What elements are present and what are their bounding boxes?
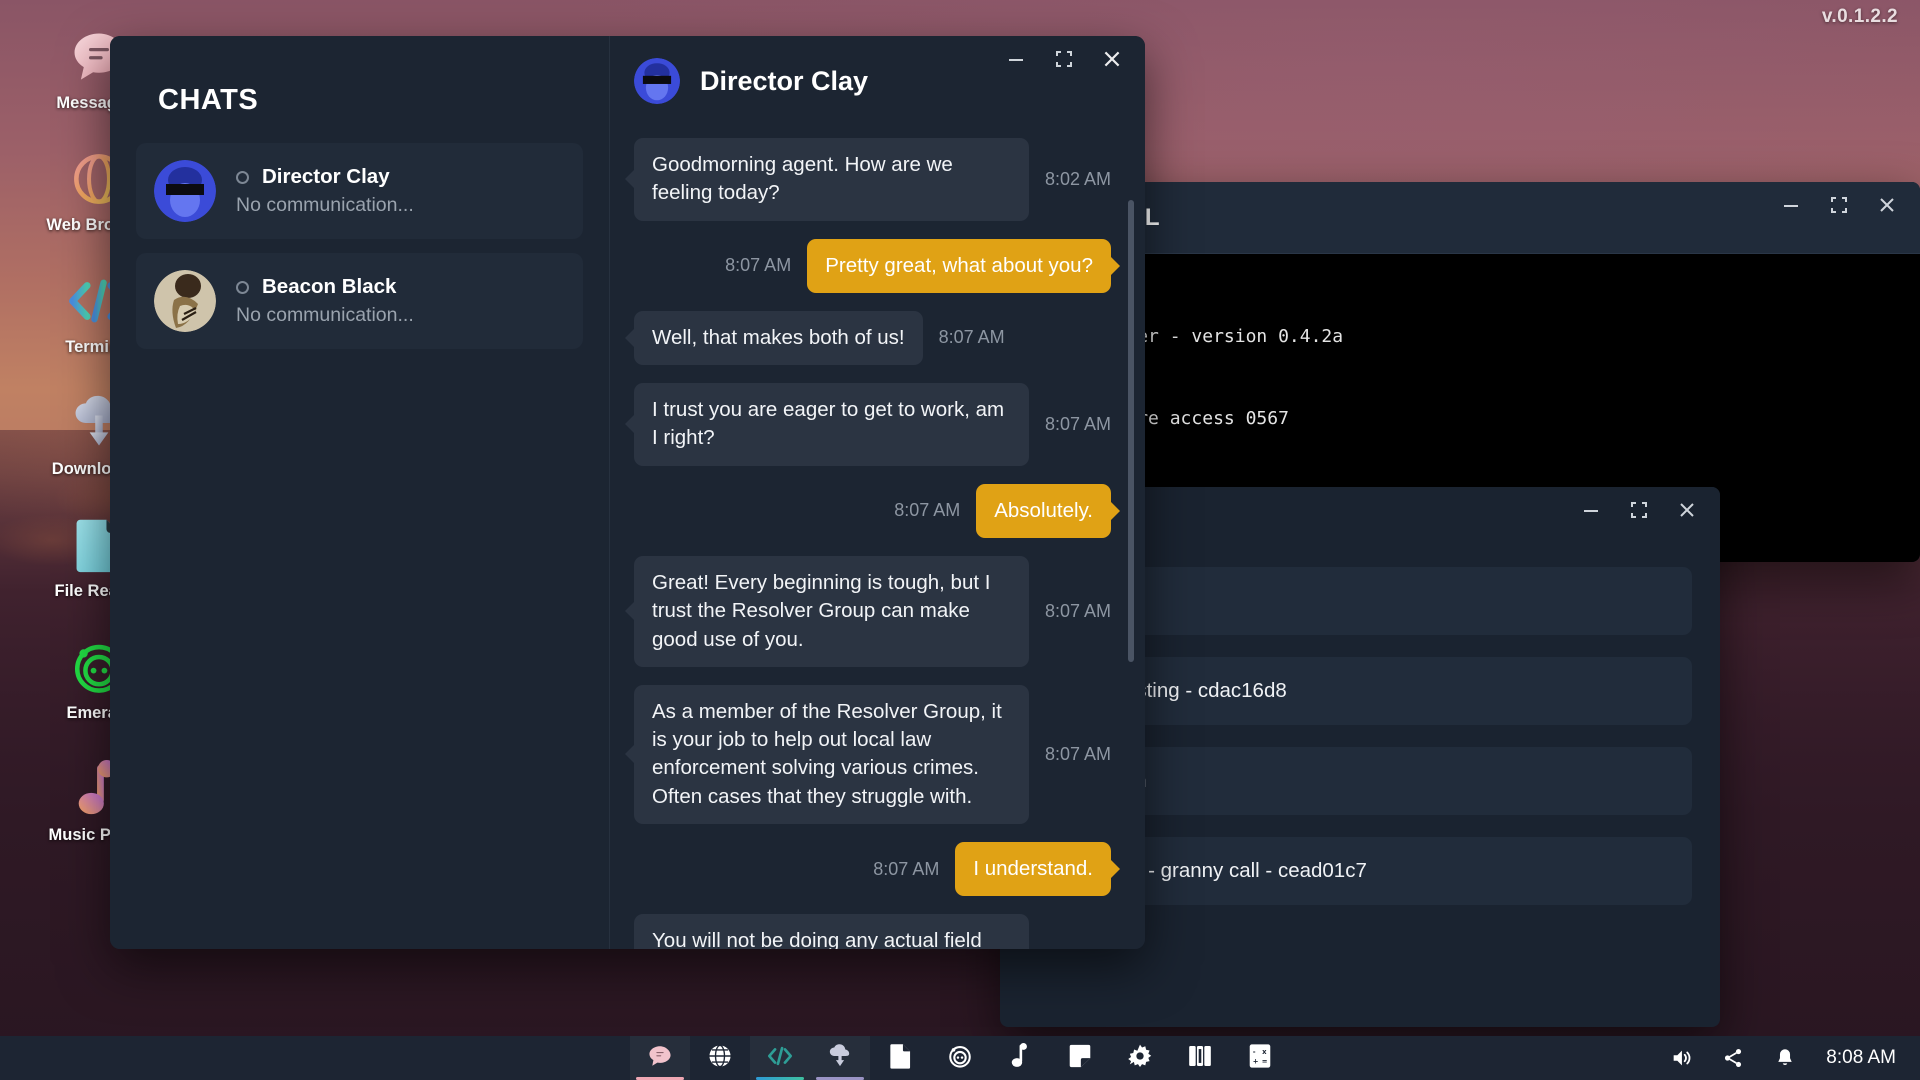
minimize-icon[interactable]	[1580, 499, 1602, 521]
sidebar-item-meta: Director Clay No communication...	[236, 165, 414, 217]
sidebar-item-beacon-black[interactable]: Beacon Black No communication...	[136, 253, 583, 349]
taskbar-item-messaging[interactable]	[630, 1036, 690, 1080]
sidebar-item-label: Director Clay	[262, 165, 390, 189]
chats-header: CHATS	[136, 36, 583, 143]
svg-text:x: x	[1262, 1047, 1267, 1055]
message-bubble: Pretty great, what about you?	[807, 239, 1111, 293]
taskbar-item-music[interactable]	[990, 1036, 1050, 1080]
message-row: Goodmorning agent. How are we feeling to…	[634, 138, 1111, 221]
status-dot-icon	[236, 171, 249, 184]
message-bubble: As a member of the Resolver Group, it is…	[634, 685, 1029, 824]
avatar	[154, 160, 216, 222]
terminal-window-controls	[1780, 182, 1920, 228]
messaging-window[interactable]: CHATS Director Clay No communication...	[110, 36, 1145, 949]
globe-icon	[707, 1043, 733, 1074]
message-timestamp: 8:07 AM	[894, 500, 960, 521]
book-icon	[1187, 1043, 1213, 1074]
taskbar-item-notes[interactable]	[1050, 1036, 1110, 1080]
message-bubble: Well, that makes both of us!	[634, 311, 923, 365]
emerald-pig-icon	[947, 1043, 973, 1074]
message-row: 8:07 AM I understand.	[634, 842, 1111, 896]
close-icon[interactable]	[1101, 48, 1123, 70]
taskbar-item-terminal[interactable]	[750, 1036, 810, 1080]
svg-text:+: +	[1253, 1057, 1259, 1065]
cloud-download-icon	[827, 1043, 853, 1074]
message-bubble: You will not be doing any actual field w…	[634, 914, 1029, 949]
message-timestamp: 8:07 AM	[873, 859, 939, 880]
message-bubble: I trust you are eager to get to work, am…	[634, 383, 1029, 466]
message-row: Well, that makes both of us! 8:07 AM	[634, 311, 1111, 365]
terminal-line: vOS Commander - version 0.4.2a	[1018, 323, 1902, 350]
taskbar-clock: 8:08 AM	[1826, 1047, 1896, 1069]
sticky-note-icon	[1068, 1043, 1092, 1074]
taskbar-item-calculator[interactable]: -x +=	[1230, 1036, 1290, 1080]
message-timestamp: 8:02 AM	[1045, 169, 1111, 190]
chat-sidebar: CHATS Director Clay No communication...	[110, 36, 610, 949]
sidebar-item-preview: No communication...	[236, 194, 414, 217]
maximize-icon[interactable]	[1828, 194, 1850, 216]
chat-main-pane: Director Clay Goodmorning agent. How are…	[610, 36, 1145, 949]
message-bubble: Absolutely.	[976, 484, 1111, 538]
document-icon	[888, 1043, 912, 1074]
avatar	[154, 270, 216, 332]
sidebar-item-director-clay[interactable]: Director Clay No communication...	[136, 143, 583, 239]
sidebar-item-name-row: Beacon Black	[236, 275, 414, 299]
taskbar-item-settings[interactable]	[1110, 1036, 1170, 1080]
close-icon[interactable]	[1876, 194, 1898, 216]
chat-bubble-icon	[647, 1043, 673, 1074]
message-bubble: I understand.	[955, 842, 1111, 896]
scrollbar-thumb[interactable]	[1128, 200, 1134, 662]
os-version-label: v.0.1.2.2	[1822, 6, 1898, 28]
taskbar: -x +=	[0, 1036, 1920, 1080]
message-timestamp: 8:07 AM	[1045, 744, 1111, 765]
message-row: 8:07 AM Absolutely.	[634, 484, 1111, 538]
sidebar-item-preview: No communication...	[236, 304, 414, 327]
calculator-icon: -x +=	[1248, 1043, 1272, 1074]
svg-text:=: =	[1262, 1057, 1268, 1065]
sidebar-item-meta: Beacon Black No communication...	[236, 275, 414, 327]
minimize-icon[interactable]	[1780, 194, 1802, 216]
status-dot-icon	[236, 281, 249, 294]
bell-icon[interactable]	[1774, 1047, 1796, 1069]
code-brackets-icon	[766, 1043, 794, 1074]
message-bubble: Goodmorning agent. How are we feeling to…	[634, 138, 1029, 221]
svg-text:-: -	[1253, 1047, 1256, 1055]
message-timestamp: 8:07 AM	[939, 327, 1005, 348]
page-title: Director Clay	[700, 66, 868, 97]
maximize-icon[interactable]	[1053, 48, 1075, 70]
message-timestamp: 8:07 AM	[725, 255, 791, 276]
messaging-window-controls	[1005, 36, 1145, 82]
message-timestamp: 8:07 AM	[1045, 414, 1111, 435]
taskbar-item-book[interactable]	[1170, 1036, 1230, 1080]
message-list[interactable]: Goodmorning agent. How are we feeling to…	[610, 126, 1145, 949]
gear-icon	[1127, 1043, 1153, 1074]
taskbar-app-strip: -x +=	[630, 1036, 1290, 1080]
message-row: You will not be doing any actual field w…	[634, 914, 1111, 949]
sidebar-item-name-row: Director Clay	[236, 165, 414, 189]
message-timestamp: 8:07 AM	[1045, 601, 1111, 622]
scrollbar[interactable]	[1128, 138, 1134, 938]
sidebar-item-label: Beacon Black	[262, 275, 396, 299]
close-icon[interactable]	[1676, 499, 1698, 521]
minimize-icon[interactable]	[1005, 48, 1027, 70]
taskbar-item-file-reader[interactable]	[870, 1036, 930, 1080]
maximize-icon[interactable]	[1628, 499, 1650, 521]
message-row: I trust you are eager to get to work, am…	[634, 383, 1111, 466]
message-row: 8:07 AM Pretty great, what about you?	[634, 239, 1111, 293]
file-reader-window-controls	[1580, 487, 1720, 533]
chat-conversation-header: Director Clay	[610, 36, 1145, 126]
music-note-icon	[1009, 1043, 1031, 1074]
terminal-line: server.gov.re access 0567	[1018, 405, 1902, 432]
message-row: Great! Every beginning is tough, but I t…	[634, 556, 1111, 667]
share-icon[interactable]	[1722, 1047, 1744, 1069]
taskbar-item-emerald[interactable]	[930, 1036, 990, 1080]
volume-icon[interactable]	[1670, 1047, 1692, 1069]
message-row: As a member of the Resolver Group, it is…	[634, 685, 1111, 824]
avatar	[634, 58, 680, 104]
taskbar-item-web-browser[interactable]	[690, 1036, 750, 1080]
taskbar-item-downloader[interactable]	[810, 1036, 870, 1080]
taskbar-system-tray: 8:08 AM	[1670, 1047, 1896, 1069]
message-bubble: Great! Every beginning is tough, but I t…	[634, 556, 1029, 667]
